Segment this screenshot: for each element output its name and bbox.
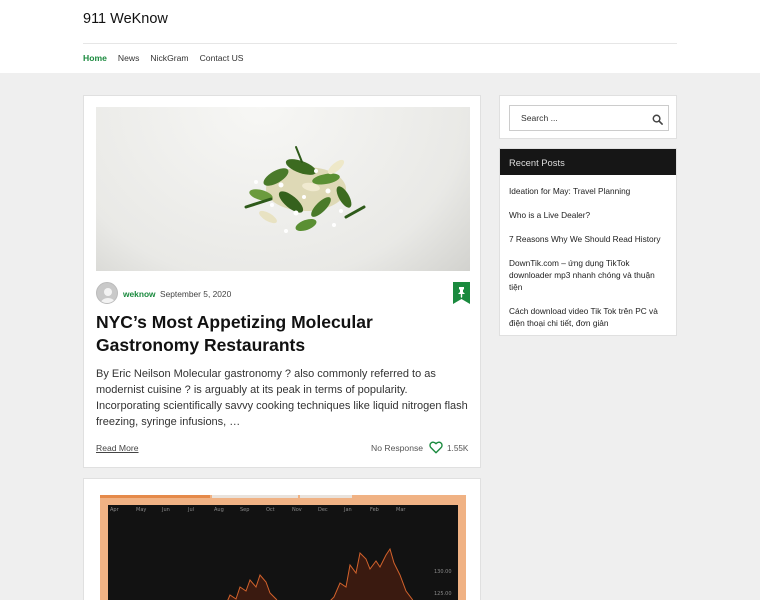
header-divider [83,43,677,44]
chart-tick-label: Nov [292,507,302,513]
comment-count[interactable]: No Response [371,443,423,453]
site-title[interactable]: 911 WeKnow [83,11,168,27]
chart-tick-label: Jun [161,507,170,513]
recent-posts-title: Recent Posts [500,149,676,175]
recent-posts-widget: Recent Posts Ideation for May: Travel Pl… [499,148,677,336]
author-avatar[interactable] [96,282,118,304]
nav-item-news[interactable]: News [118,53,140,63]
chart-tick-label: Dec [318,507,328,513]
chart-tick-label: May [136,507,146,513]
like-count: 1.55K [447,444,469,453]
chart-tick-label: Apr [110,507,120,513]
chart-tick-label: Oct [266,507,275,513]
post-excerpt: By Eric Neilson Molecular gastronomy ? a… [96,368,468,428]
recent-post-link[interactable]: Cách download video Tik Tok trên PC và đ… [509,305,669,329]
recent-posts-list: Ideation for May: Travel Planning Who is… [509,185,669,341]
nav-item-home[interactable]: Home [83,53,107,63]
nav-item-nickgram[interactable]: NickGram [150,53,188,63]
chart-tick-label: Sep [240,507,249,513]
post-author[interactable]: weknow [123,289,156,299]
chart-tick-label: Jan [343,507,352,513]
chart-price-label: 130.00 [434,569,452,575]
chart-tick-label: Jul [187,507,194,513]
search-box [509,105,669,131]
chart-price-label: 125.00 [434,591,452,597]
chart-tick-label: Mar [396,507,406,513]
read-more-link[interactable]: Read More [96,443,139,453]
recent-post-link[interactable]: Ideation for May: Travel Planning [509,185,669,197]
nav-item-contact-us[interactable]: Contact US [200,53,244,63]
sticky-pin-icon [453,282,470,304]
chart-tick-label: Feb [370,507,379,513]
recent-post-link[interactable]: Who is a Live Dealer? [509,209,669,221]
main-nav: Home News NickGram Contact US [83,53,255,63]
site-header: 911 WeKnow Home News NickGram Contact US [0,0,760,73]
chart-tick-label: Aug [214,507,224,513]
heart-icon[interactable] [429,441,443,454]
search-input[interactable] [510,106,646,130]
post-featured-image-chart[interactable]: Apr May Jun Jul Aug Sep Oct Nov Dec Jan … [100,495,466,600]
post-card: weknow September 5, 2020 NYC’s Most Appe… [83,95,481,468]
search-widget [499,95,677,139]
search-icon[interactable] [652,112,663,125]
post-featured-image[interactable] [96,107,470,271]
post-title[interactable]: NYC’s Most Appetizing Molecular Gastrono… [96,311,470,357]
recent-post-link[interactable]: DownTik.com – ứng dụng TikTok downloader… [509,257,669,293]
post-card-second: Apr May Jun Jul Aug Sep Oct Nov Dec Jan … [83,478,481,600]
post-date: September 5, 2020 [160,289,232,299]
recent-post-link[interactable]: 7 Reasons Why We Should Read History [509,233,669,245]
